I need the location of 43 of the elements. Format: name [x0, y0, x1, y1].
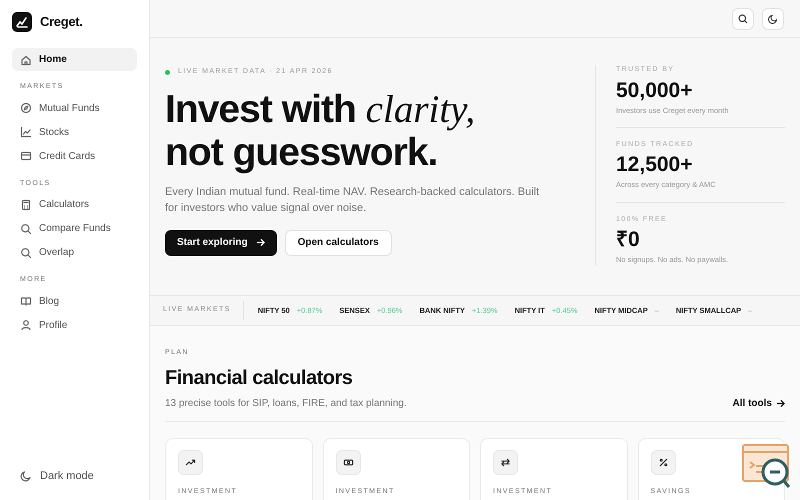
user-icon — [20, 319, 32, 331]
logo-icon — [12, 12, 32, 32]
start-exploring-button[interactable]: Start exploring — [165, 230, 277, 256]
percent-icon — [658, 456, 668, 468]
all-tools-link[interactable]: All tools — [732, 396, 785, 410]
theme-button[interactable] — [762, 8, 784, 30]
search-icon — [20, 246, 32, 258]
trend-up-icon — [185, 456, 196, 468]
search-button[interactable] — [732, 8, 754, 30]
stat-value: 12,500+ — [616, 152, 694, 178]
moon-icon — [20, 470, 32, 482]
arrow-right-icon — [256, 238, 265, 247]
banknote-icon — [342, 456, 354, 468]
hero-headline: Invest with clarity, not guesswork. — [165, 88, 476, 174]
sidebar-item[interactable]: Home — [12, 48, 137, 71]
chat-widget-icon[interactable] — [742, 444, 790, 488]
sidebar-item[interactable]: Mutual Funds — [12, 96, 137, 120]
stat-value: 50,000+ — [616, 78, 694, 104]
sidebar-item[interactable]: Blog — [12, 290, 137, 312]
sidebar-item[interactable]: Profile — [12, 314, 137, 336]
credit-card-icon — [20, 150, 32, 162]
swap-arrows-icon — [500, 456, 511, 468]
brand-name: Creget. — [40, 13, 83, 32]
section-subtitle: 13 precise tools for SIP, loans, FIRE, and tax planning. — [165, 396, 407, 410]
stat-value: ₹0 — [616, 227, 641, 253]
home-icon — [20, 54, 32, 66]
book-icon — [20, 295, 32, 307]
open-calculators-button[interactable]: Open calculators — [284, 230, 392, 256]
sidebar-item[interactable]: Stocks — [12, 120, 137, 144]
search-icon — [20, 222, 32, 234]
section-title: Financial calculators — [165, 366, 354, 390]
calculator-icon — [20, 198, 32, 210]
arrow-right-icon — [776, 398, 785, 408]
sidebar-item[interactable]: Compare Funds — [12, 217, 137, 240]
dark-mode-toggle[interactable]: Dark mode — [12, 464, 102, 488]
compass-icon — [20, 102, 32, 114]
sidebar-item[interactable]: Credit Cards — [12, 144, 137, 168]
hero-subtitle: Every Indian mutual fund. Real-time NAV. Research-backed calculators. Built for investors who value signal over noise. — [165, 184, 540, 216]
sidebar-item[interactable]: Calculators — [12, 193, 137, 216]
search-icon — [738, 14, 748, 24]
moon-icon — [768, 14, 778, 24]
line-chart-icon — [20, 126, 32, 138]
sidebar-item[interactable]: Overlap — [12, 241, 137, 264]
